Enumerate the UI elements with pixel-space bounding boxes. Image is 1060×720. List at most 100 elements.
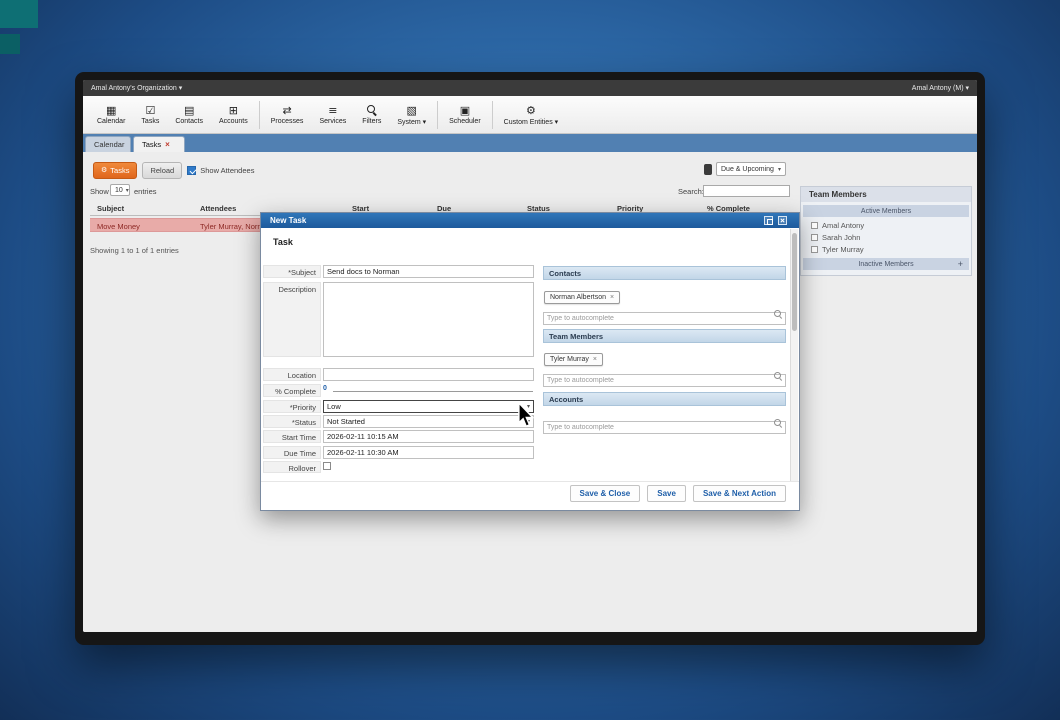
toolbar-item-custom-entities[interactable]: ⚙ Custom Entities ▾ [496,102,566,128]
show-attendees-label: Show Attendees [200,166,254,175]
page-size-value: 10 [115,187,123,194]
toolbar-label-scheduler: Scheduler [449,118,481,125]
due-time-label: Due Time [263,446,321,459]
toolbar-label-accounts: Accounts [219,118,248,125]
system-icon: ▧ [407,104,417,117]
status-label: *Status [263,415,321,428]
active-members-label: Active Members [861,208,911,215]
new-task-modal: New Task Task *Subject Description Locat… [260,212,800,511]
tab-tasks[interactable]: Tasks × [133,136,185,152]
contact-tag: Norman Albertson × [544,291,620,304]
tab-calendar[interactable]: Calendar [85,136,131,152]
toolbar-label-filters: Filters [362,118,381,125]
toolbar-separator [492,101,493,129]
team-members-section-header: Team Members [543,329,786,343]
member-checkbox[interactable] [811,234,818,241]
member-checkbox[interactable] [811,222,818,229]
modal-title: New Task [270,216,306,225]
app-window: Amal Antony's Organization ▾ Amal Antony… [75,72,985,645]
priority-label: *Priority [263,400,321,413]
footer-divider [261,481,799,482]
modal-titlebar[interactable]: New Task [261,213,799,228]
remove-tag-icon[interactable]: × [593,356,597,363]
scheduler-icon: ▣ [460,104,470,117]
toolbar-item-services[interactable]: ≡ Services [311,102,354,127]
rollover-checkbox[interactable] [323,462,331,470]
location-input[interactable] [323,368,534,381]
active-members-header: Active Members [803,205,969,217]
tab-strip: Calendar Tasks × [83,134,977,152]
remove-tag-icon[interactable]: × [610,294,614,301]
toolbar-item-accounts[interactable]: ⊞ Accounts [211,102,256,127]
close-icon[interactable] [778,216,787,225]
chevron-down-icon: ▾ [126,187,129,194]
tab-close-icon[interactable]: × [165,140,170,149]
due-time-input[interactable] [323,446,534,459]
accounts-icon: ⊞ [229,104,238,117]
contacts-section-header: Contacts [543,266,786,280]
column-header-attendees[interactable]: Attendees [200,204,236,213]
show-label: Show [90,187,109,196]
magnifier-icon [366,104,377,117]
services-icon: ≡ [328,104,337,117]
team-member-tag-label: Tyler Murray [550,356,589,363]
reload-button[interactable]: Reload [142,162,182,179]
status-value: Not Started [327,417,365,426]
start-time-label: Start Time [263,430,321,443]
team-members-autocomplete-input[interactable] [543,374,786,387]
description-textarea[interactable] [323,282,534,357]
toolbar-label-processes: Processes [271,118,304,125]
percent-complete-value: 0 [323,385,327,392]
toolbar-item-filters[interactable]: Filters [354,102,389,127]
status-select[interactable]: Not Started ▾ [323,415,534,428]
member-label: Sarah John [822,233,860,242]
mobile-device-icon[interactable] [704,164,712,175]
org-bar: Amal Antony's Organization ▾ Amal Antony… [83,80,977,96]
team-members-panel: Team Members Active Members Amal Antony … [800,186,972,276]
org-menu[interactable]: Amal Antony's Organization ▾ [91,84,182,92]
toolbar-item-calendar[interactable]: ▦ Calendar [89,102,133,127]
screen: { "glyphs": { "down_arrow": "▾", "close"… [0,0,1060,720]
subject-input[interactable] [323,265,534,278]
save-and-next-action-button[interactable]: Save & Next Action [693,485,786,502]
toolbar-label-contacts: Contacts [175,118,203,125]
processes-icon: ⇄ [282,104,291,117]
save-button[interactable]: Save [647,485,686,502]
toolbar-item-contacts[interactable]: ▤ Contacts [167,102,211,127]
toolbar-item-processes[interactable]: ⇄ Processes [263,102,312,127]
member-checkbox[interactable] [811,246,818,253]
modal-scrollbar-thumb[interactable] [792,233,797,331]
save-and-close-button[interactable]: Save & Close [570,485,641,502]
corner-artifact-top [0,0,38,28]
page-size-select[interactable]: 10 ▾ [110,184,130,196]
search-input[interactable] [703,185,790,197]
team-member-tag: Tyler Murray × [544,353,603,366]
member-item: Tyler Murray [801,243,971,255]
show-attendees-checkbox[interactable] [187,166,196,175]
view-filter-select[interactable]: Due & Upcoming ▾ [716,162,786,176]
subject-label: *Subject [263,265,321,278]
user-menu[interactable]: Amal Antony (M) ▾ [912,84,969,92]
row-subject: Move Money [97,222,140,231]
percent-complete-slider[interactable] [333,391,533,392]
tasks-actions-button[interactable]: ⚙ Tasks [93,162,137,179]
toolbar-label-custom-entities: Custom Entities ▾ [504,118,558,126]
corner-artifact-bottom [0,34,20,54]
reload-label: Reload [150,166,174,175]
contacts-autocomplete-input[interactable] [543,312,786,325]
member-label: Tyler Murray [822,245,864,254]
contacts-autocomplete [543,307,786,320]
popout-icon[interactable] [764,216,773,225]
column-header-subject[interactable]: Subject [97,204,124,213]
toolbar-item-tasks[interactable]: ☑ Tasks [133,102,167,127]
priority-value: Low [327,402,341,411]
accounts-autocomplete [543,416,786,429]
start-time-input[interactable] [323,430,534,443]
toolbar-item-scheduler[interactable]: ▣ Scheduler [441,102,489,127]
add-member-button[interactable]: + [958,259,963,269]
modal-footer: Save & Close Save Save & Next Action [570,485,786,502]
accounts-autocomplete-input[interactable] [543,421,786,434]
priority-select[interactable]: Low ▾ [323,400,534,413]
toolbar-item-system[interactable]: ▧ System ▾ [389,102,434,128]
team-members-autocomplete [543,369,786,382]
